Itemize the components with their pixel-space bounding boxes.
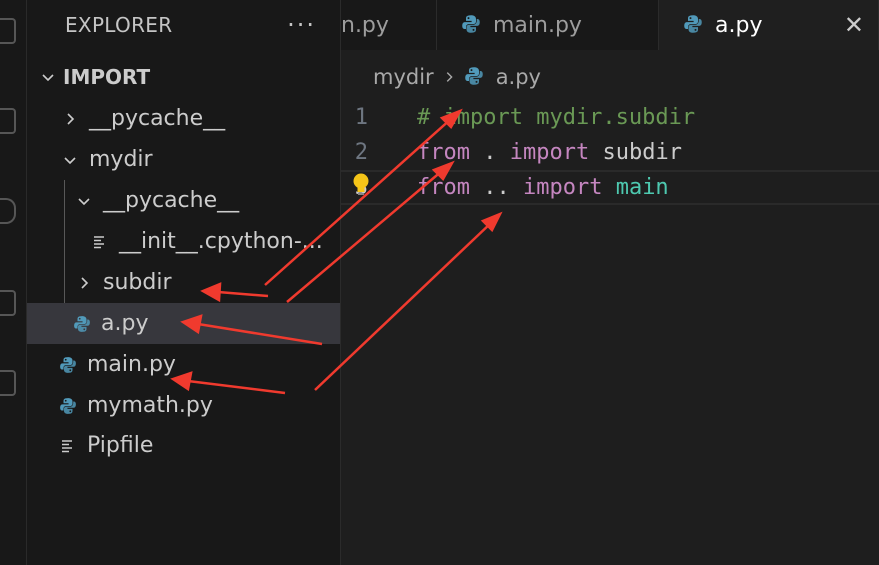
python-icon xyxy=(683,14,705,36)
explorer-header: EXPLORER ··· xyxy=(27,0,340,50)
code-line-3[interactable]: 3 from .. import main xyxy=(341,170,879,205)
tree-item-label: main.py xyxy=(87,352,176,377)
python-icon xyxy=(71,313,93,335)
run-debug-activity-icon[interactable] xyxy=(0,290,16,316)
tree-item-mydir-pycache[interactable]: __pycache__ xyxy=(27,180,340,221)
tab-main-py[interactable]: main.py xyxy=(437,0,659,50)
python-icon xyxy=(57,354,79,376)
comment-text: # import mydir.subdir xyxy=(417,105,696,130)
chevron-right-icon xyxy=(442,70,456,84)
more-actions-icon[interactable]: ··· xyxy=(287,11,316,39)
chevron-down-icon xyxy=(37,66,59,88)
explorer-sidebar: EXPLORER ··· IMPORT __pycache__ mydir __… xyxy=(27,0,341,565)
python-icon xyxy=(461,14,483,36)
tree-item-label: __pycache__ xyxy=(89,106,226,131)
explorer-title: EXPLORER xyxy=(65,13,173,37)
python-icon xyxy=(464,66,486,88)
code-line-1[interactable]: 1 # import mydir.subdir xyxy=(341,100,879,135)
import-name: main xyxy=(602,175,669,200)
relative-dot: . xyxy=(469,140,510,165)
lines-file-icon xyxy=(89,231,111,253)
tab-label: main.py xyxy=(493,12,582,38)
line-number: 1 xyxy=(354,105,368,130)
tab-a-py[interactable]: a.py ✕ xyxy=(659,0,879,50)
lines-file-icon xyxy=(57,435,79,457)
import-name: subdir xyxy=(589,140,682,165)
tree-item-label: mymath.py xyxy=(87,393,213,418)
tab-label: a.py xyxy=(715,12,763,38)
tree-item-mydir[interactable]: mydir xyxy=(27,139,340,180)
keyword-from: from xyxy=(417,175,470,200)
tab-truncated[interactable]: n.py xyxy=(331,0,437,50)
breadcrumb-folder[interactable]: mydir xyxy=(373,65,434,89)
tab-label: n.py xyxy=(341,12,389,38)
breadcrumb: mydir a.py xyxy=(373,62,541,92)
tree-item-init-cpython[interactable]: __init__.cpython-... xyxy=(27,221,340,262)
line-number: 2 xyxy=(354,140,368,165)
activity-bar xyxy=(0,0,27,565)
chevron-down-icon xyxy=(73,190,95,212)
close-icon[interactable]: ✕ xyxy=(844,13,864,37)
tab-bar: n.py main.py a.py ✕ xyxy=(341,0,879,50)
code-line-2[interactable]: 2 from . import subdir xyxy=(341,135,879,170)
editor-area: n.py main.py a.py ✕ mydir a.py 1 # impor… xyxy=(341,0,879,565)
tree-root-import[interactable]: IMPORT xyxy=(27,56,340,97)
search-activity-icon[interactable] xyxy=(0,108,16,134)
tree-item-label: Pipfile xyxy=(87,433,154,458)
keyword-import: import xyxy=(509,140,590,165)
chevron-right-icon xyxy=(73,272,95,294)
tree-item-a-py[interactable]: a.py xyxy=(27,303,340,344)
explorer-activity-icon[interactable] xyxy=(0,18,16,44)
tree-item-pipfile[interactable]: Pipfile xyxy=(27,425,340,466)
keyword-import: import xyxy=(522,175,603,200)
keyword-from: from xyxy=(417,140,470,165)
tree-item-pycache[interactable]: __pycache__ xyxy=(27,98,340,139)
tree-item-main-py[interactable]: main.py xyxy=(27,344,340,385)
tree-item-label: mydir xyxy=(89,147,153,172)
tree-item-label: __pycache__ xyxy=(103,188,240,213)
python-icon xyxy=(57,395,79,417)
lightbulb-icon[interactable] xyxy=(351,172,371,198)
tree-item-mymath-py[interactable]: mymath.py xyxy=(27,385,340,426)
source-control-activity-icon[interactable] xyxy=(0,198,16,224)
tree-item-label: a.py xyxy=(101,311,149,336)
chevron-right-icon xyxy=(59,108,81,130)
tree-root-label: IMPORT xyxy=(63,64,151,89)
extensions-activity-icon[interactable] xyxy=(0,370,16,396)
chevron-down-icon xyxy=(59,149,81,171)
breadcrumb-file[interactable]: a.py xyxy=(496,65,541,89)
tree-item-label: subdir xyxy=(103,270,172,295)
tree-item-label: __init__.cpython-... xyxy=(119,229,323,254)
relative-dots: .. xyxy=(469,175,523,200)
tree-item-subdir[interactable]: subdir xyxy=(27,262,340,303)
